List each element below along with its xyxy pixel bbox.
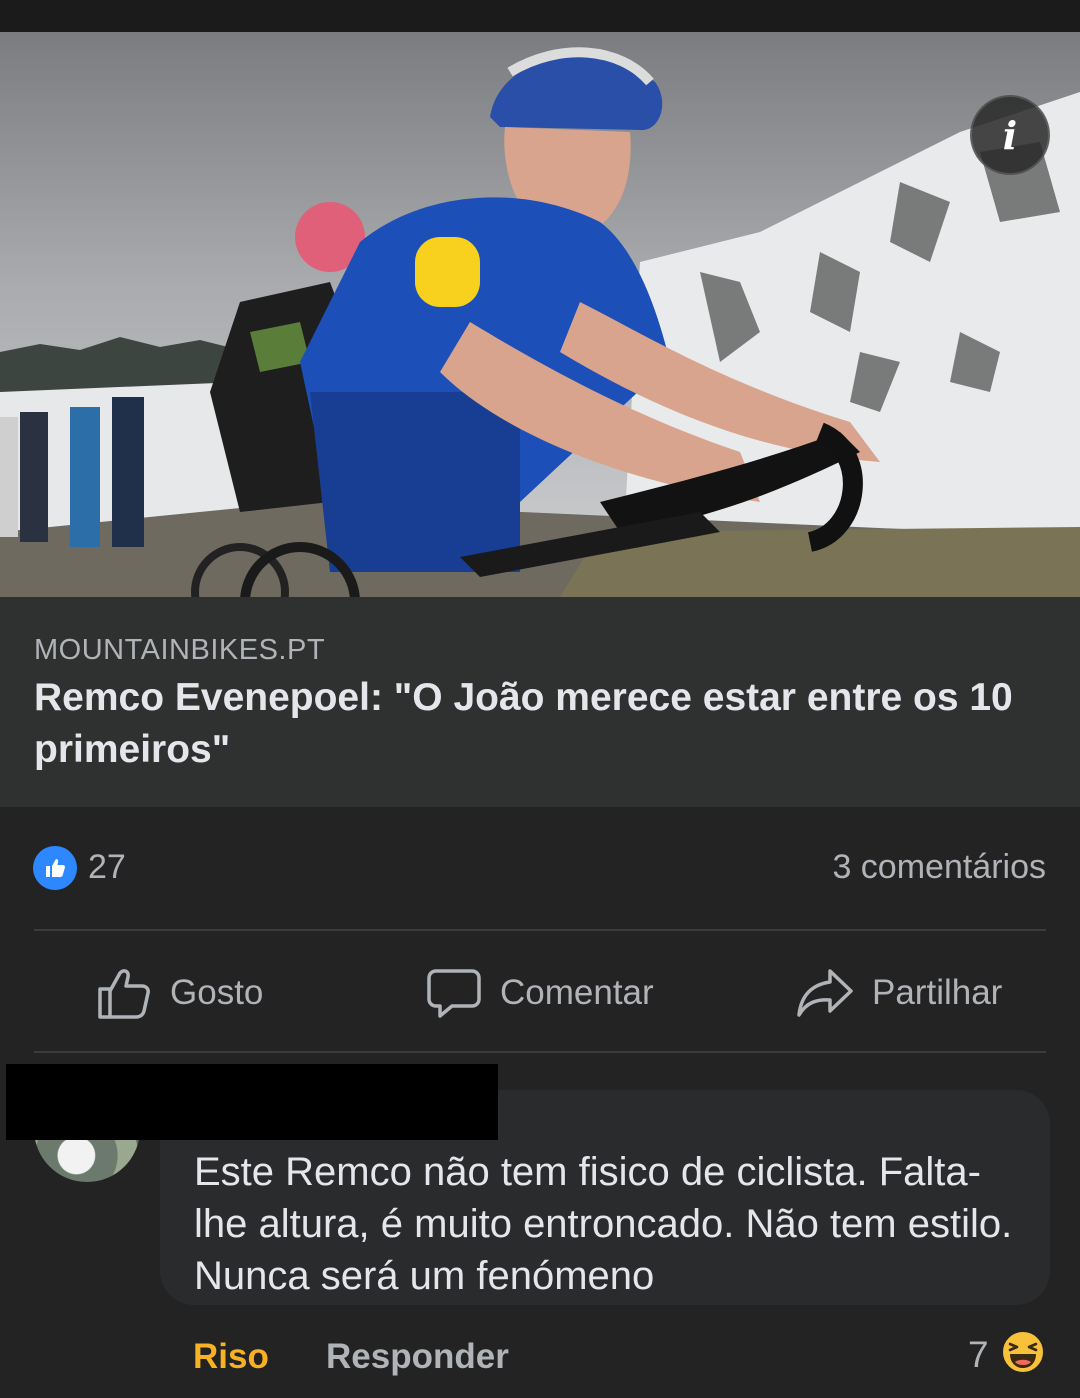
- reply-button[interactable]: Responder: [326, 1337, 509, 1377]
- share-button-label: Partilhar: [872, 973, 1003, 1012]
- comment-bubble-icon: [427, 969, 481, 1018]
- article-image[interactable]: i: [0, 32, 1080, 597]
- comment-text: Este Remco não tem fisico de ciclista. F…: [194, 1150, 1013, 1298]
- commenter-avatar[interactable]: [34, 1140, 140, 1182]
- redacted-commenter-name: [6, 1064, 498, 1140]
- divider: [34, 929, 1046, 931]
- status-bar: [0, 0, 1080, 32]
- comment-reaction-count[interactable]: 7: [968, 1334, 989, 1376]
- link-source: MOUNTAINBIKES.PT: [34, 634, 326, 666]
- share-button[interactable]: Partilhar: [796, 960, 1002, 1026]
- like-button-label: Gosto: [170, 973, 264, 1012]
- link-headline[interactable]: Remco Evenepoel: "O João merece estar en…: [34, 672, 1044, 776]
- haha-emoji-icon[interactable]: [1000, 1329, 1046, 1375]
- like-button[interactable]: Gosto: [96, 960, 263, 1026]
- comments-count[interactable]: 3 comentários: [832, 848, 1046, 887]
- like-count[interactable]: 27: [88, 848, 126, 887]
- like-reaction-icon[interactable]: [33, 846, 77, 890]
- comment-button-label: Comentar: [500, 973, 654, 1012]
- thumbs-up-icon: [98, 969, 150, 1019]
- share-arrow-icon: [797, 969, 853, 1017]
- reaction-haha-button[interactable]: Riso: [193, 1337, 269, 1377]
- cyclist-photo-illustration: [0, 32, 1080, 597]
- info-icon[interactable]: i: [970, 95, 1050, 175]
- comment-button[interactable]: Comentar: [426, 960, 654, 1026]
- divider: [34, 1051, 1046, 1053]
